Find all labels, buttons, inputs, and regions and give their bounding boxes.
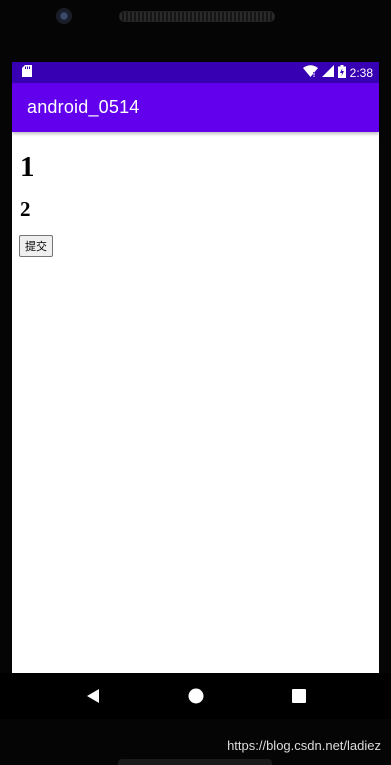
phone-frame: 2:38 android_0514 1 2 提交 https://blog.cs… xyxy=(0,0,391,765)
watermark-text: https://blog.csdn.net/ladiez xyxy=(227,738,381,753)
bottom-speaker xyxy=(118,759,272,765)
battery-icon xyxy=(337,64,346,81)
signal-icon xyxy=(321,65,334,80)
status-bar: 2:38 xyxy=(12,62,379,83)
heading-2: 2 xyxy=(20,197,31,221)
wifi-icon xyxy=(302,65,318,80)
front-camera xyxy=(56,8,72,24)
earpiece-speaker xyxy=(119,11,275,22)
app-bar: android_0514 xyxy=(12,83,379,132)
app-title: android_0514 xyxy=(27,97,140,117)
navigation-bar xyxy=(0,673,391,719)
status-time: 2:38 xyxy=(349,65,373,80)
status-indicators: 2:38 xyxy=(302,64,373,81)
device-screen: 2:38 android_0514 1 2 提交 xyxy=(12,62,379,673)
submit-button[interactable]: 提交 xyxy=(19,235,53,257)
recents-icon[interactable] xyxy=(290,687,308,705)
heading-1: 1 xyxy=(20,151,35,183)
back-icon[interactable] xyxy=(84,687,102,705)
sd-card-icon xyxy=(22,65,32,80)
home-icon[interactable] xyxy=(187,687,205,705)
webview-content: 1 2 提交 xyxy=(12,132,379,265)
